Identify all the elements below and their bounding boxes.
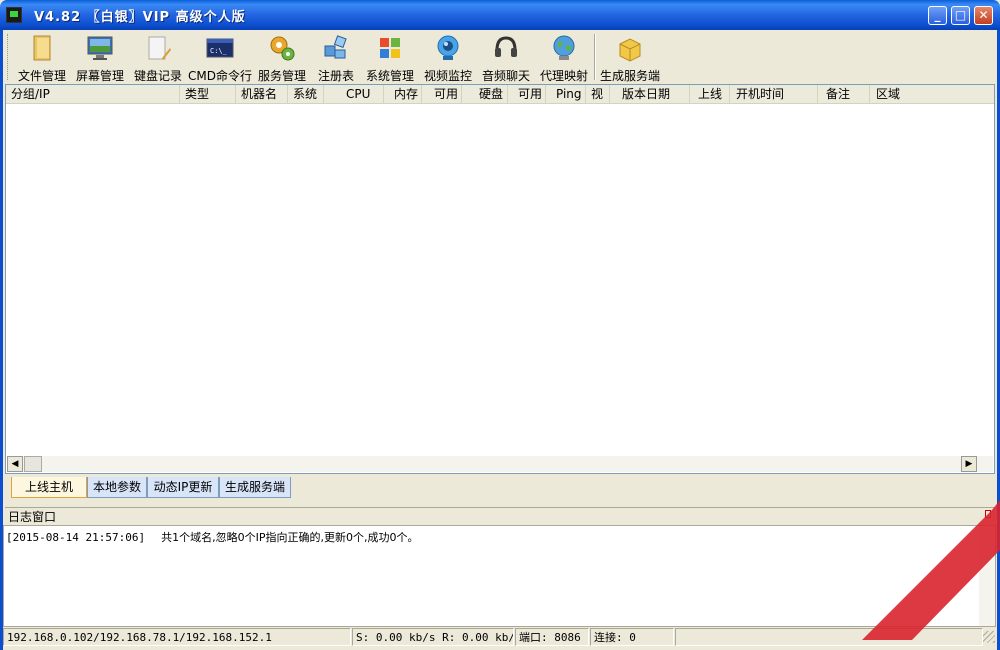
folder-icon — [28, 34, 56, 62]
status-transfer-speed: S: 0.00 kb/s R: 0.00 kb/s — [352, 628, 514, 646]
log-timestamp: [2015-08-14 21:57:06] — [6, 531, 146, 544]
resize-grip-icon[interactable] — [983, 631, 995, 643]
toolbar-label: 屏幕管理 — [75, 69, 124, 83]
toolbar-audio-chat-button[interactable]: 音频聊天 — [477, 32, 535, 83]
windows-icon — [376, 34, 404, 62]
registry-icon — [322, 34, 350, 62]
column-header[interactable]: 分组/IP — [6, 85, 180, 103]
column-header[interactable]: 硬盘 — [462, 85, 508, 103]
column-header[interactable]: 上线 — [690, 85, 730, 103]
bottom-tabs: 上线主机 本地参数 动态IP更新 生成服务端 — [5, 477, 995, 499]
cmd-icon: C:\_ — [206, 34, 234, 62]
toolbar-registry-button[interactable]: 注册表 — [311, 32, 361, 83]
column-header[interactable]: 版本日期 — [610, 85, 690, 103]
app-icon[interactable] — [6, 7, 22, 23]
log-window-title: 日志窗口 — [5, 507, 995, 525]
status-bar: 192.168.0.102/192.168.78.1/192.168.152.1… — [3, 627, 997, 647]
tab-dynamic-ip-update[interactable]: 动态IP更新 — [147, 477, 219, 498]
globe-icon — [550, 34, 578, 62]
log-message: 共1个域名,忽略0个IP指向正确的,更新0个,成功0个。 — [161, 531, 419, 544]
toolbar: 文件管理 屏幕管理 键盘记录 C:\_ CMD命令行 服务管理 注册表 系统管理… — [3, 30, 997, 83]
column-header[interactable]: 开机时间 — [730, 85, 818, 103]
toolbar-label: 生成服务端 — [599, 69, 660, 83]
list-header: 分组/IP 类型 机器名 系统 CPU 内存 可用 硬盘 可用 Ping 视 版… — [6, 85, 994, 104]
log-entry: [2015-08-14 21:57:06] 共1个域名,忽略0个IP指向正确的,更… — [6, 529, 418, 545]
toolbar-system-manager-button[interactable]: 系统管理 — [361, 32, 419, 83]
column-header[interactable]: CPU — [324, 85, 384, 103]
column-header[interactable]: 类型 — [180, 85, 236, 103]
scroll-right-button[interactable]: ▶ — [961, 456, 977, 472]
pin-icon[interactable] — [985, 510, 991, 518]
column-header[interactable]: 视 — [586, 85, 610, 103]
toolbar-cmd-button[interactable]: C:\_ CMD命令行 — [187, 32, 253, 83]
scroll-thumb[interactable] — [24, 456, 42, 472]
status-ip-addresses: 192.168.0.102/192.168.78.1/192.168.152.1 — [3, 628, 351, 646]
toolbar-label: 代理映射 — [539, 69, 588, 83]
toolbar-label: 文件管理 — [17, 69, 66, 83]
toolbar-proxy-mapping-button[interactable]: 代理映射 — [535, 32, 593, 83]
close-icon: ✕ — [978, 8, 989, 22]
log-vertical-scrollbar[interactable] — [979, 526, 995, 626]
arrow-left-icon: ◀ — [11, 459, 19, 469]
toolbar-keylogger-button[interactable]: 键盘记录 — [129, 32, 187, 83]
webcam-icon — [434, 34, 462, 62]
package-icon — [616, 34, 644, 62]
headset-icon — [492, 34, 520, 62]
status-port: 端口: 8086 — [515, 628, 589, 646]
toolbar-label: 系统管理 — [365, 69, 414, 83]
svg-text:C:\_: C:\_ — [210, 47, 228, 55]
toolbar-service-manager-button[interactable]: 服务管理 — [253, 32, 311, 83]
horizontal-scrollbar[interactable]: ◀ ▶ — [7, 456, 993, 472]
column-header[interactable]: 区域 — [870, 85, 994, 103]
toolbar-build-server-button[interactable]: 生成服务端 — [597, 32, 663, 83]
maximize-icon: □ — [954, 8, 967, 22]
toolbar-video-monitor-button[interactable]: 视频监控 — [419, 32, 477, 83]
toolbar-label: 音频聊天 — [481, 69, 530, 83]
toolbar-grip[interactable] — [7, 34, 11, 80]
log-window[interactable]: [2015-08-14 21:57:06] 共1个域名,忽略0个IP指向正确的,更… — [3, 525, 996, 627]
status-connections: 连接: 0 — [590, 628, 674, 646]
toolbar-separator — [594, 34, 595, 80]
log-title-label: 日志窗口 — [8, 510, 57, 524]
maximize-button[interactable]: □ — [951, 6, 970, 25]
keyboard-icon — [144, 34, 172, 62]
toolbar-label: 视频监控 — [423, 69, 472, 83]
monitor-icon — [86, 34, 114, 62]
column-header[interactable]: 备注 — [818, 85, 870, 103]
column-header[interactable]: 机器名 — [236, 85, 288, 103]
tab-online-hosts[interactable]: 上线主机 — [11, 477, 87, 498]
close-button[interactable]: ✕ — [974, 6, 993, 25]
tab-local-params[interactable]: 本地参数 — [87, 477, 147, 498]
column-header[interactable]: 内存 — [384, 85, 422, 103]
status-empty-panel — [675, 628, 983, 646]
arrow-right-icon: ▶ — [965, 459, 973, 469]
window-title: V4.82 〖白银〗VIP 高级个人版 — [34, 10, 246, 25]
minimize-icon: _ — [934, 8, 941, 22]
toolbar-label: 键盘记录 — [133, 69, 182, 83]
minimize-button[interactable]: _ — [928, 6, 947, 25]
toolbar-file-manager-button[interactable]: 文件管理 — [13, 32, 71, 83]
toolbar-label: 服务管理 — [257, 69, 306, 83]
column-header[interactable]: Ping — [546, 85, 586, 103]
column-header[interactable]: 系统 — [288, 85, 324, 103]
toolbar-label: 注册表 — [317, 69, 354, 83]
column-header[interactable]: 可用 — [422, 85, 462, 103]
scroll-left-button[interactable]: ◀ — [7, 456, 23, 472]
toolbar-screen-manager-button[interactable]: 屏幕管理 — [71, 32, 129, 83]
gears-icon — [268, 34, 296, 62]
tab-build-server[interactable]: 生成服务端 — [219, 477, 291, 498]
title-bar[interactable]: V4.82 〖白银〗VIP 高级个人版 _ □ ✕ — [0, 0, 1000, 30]
toolbar-label: CMD命令行 — [188, 69, 252, 83]
online-hosts-list[interactable]: 分组/IP 类型 机器名 系统 CPU 内存 可用 硬盘 可用 Ping 视 版… — [5, 84, 995, 474]
column-header[interactable]: 可用 — [508, 85, 546, 103]
